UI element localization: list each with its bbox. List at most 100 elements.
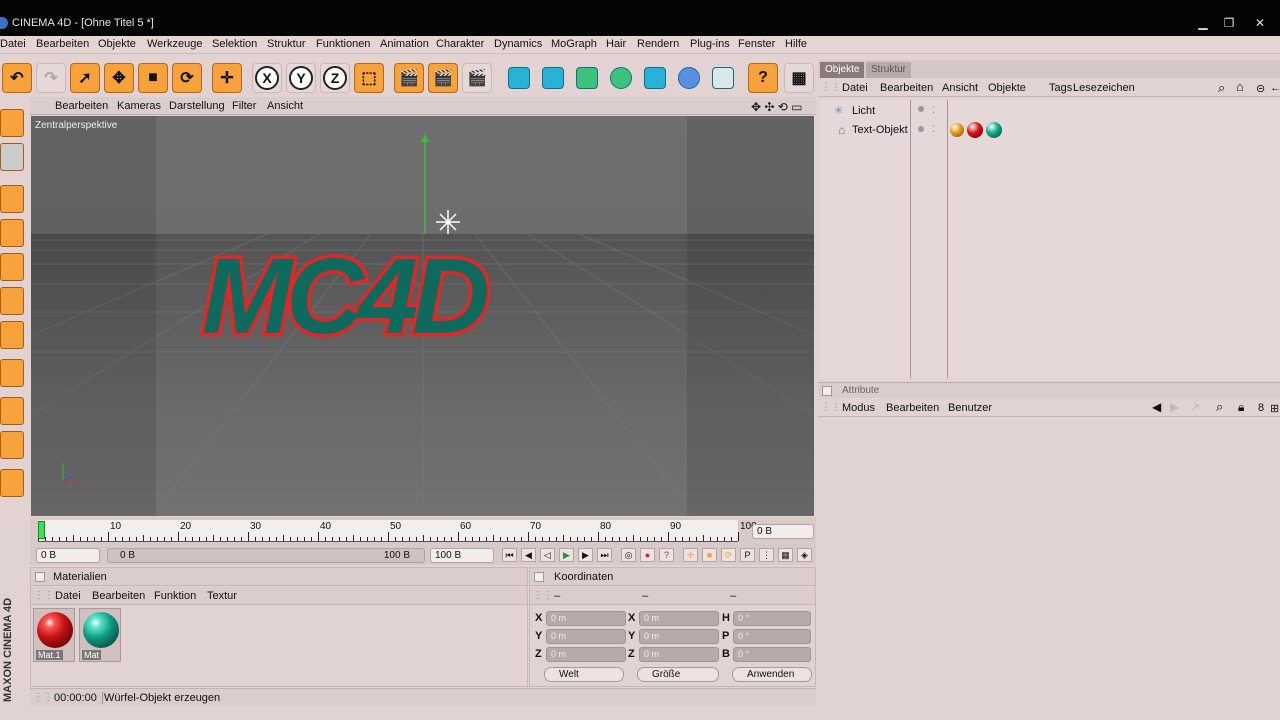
size-mode-dropdown[interactable]: Größe bbox=[637, 667, 719, 682]
up-arrow-icon[interactable]: ↗ bbox=[1190, 400, 1200, 414]
viewport-navigation-icon[interactable]: ✥ ✣ ⟲ ▭ bbox=[751, 100, 803, 114]
timeline[interactable]: 0102030405060708090100 0 B bbox=[30, 517, 816, 545]
playhead-marker[interactable] bbox=[38, 521, 45, 539]
points-mode-icon[interactable] bbox=[0, 253, 24, 281]
menu-hair[interactable]: Hair bbox=[606, 38, 626, 50]
environment-icon[interactable] bbox=[674, 63, 704, 93]
record-keys-icon[interactable]: ◎ bbox=[621, 548, 636, 562]
rotate-icon[interactable]: ⟳ bbox=[172, 63, 202, 93]
mograph-cloner-icon[interactable] bbox=[708, 63, 738, 93]
back-arrow-icon[interactable]: ◀ bbox=[1152, 400, 1161, 414]
render-view-icon[interactable]: 🎬 bbox=[394, 63, 424, 93]
model-mode-icon[interactable] bbox=[0, 185, 24, 213]
key-point-level-icon[interactable]: ⋮ bbox=[759, 548, 774, 562]
lock-icon[interactable]: 🔒︎ bbox=[1238, 400, 1244, 415]
array-icon[interactable] bbox=[606, 63, 636, 93]
menu-hilfe[interactable]: Hilfe bbox=[785, 38, 807, 50]
axis-z-lock-button[interactable]: Z bbox=[320, 63, 350, 93]
apply-button[interactable]: Anwenden bbox=[732, 667, 812, 682]
view-options-icon[interactable]: ⊝ bbox=[1256, 82, 1265, 95]
enable-check-icon[interactable]: ⁚ bbox=[932, 105, 935, 116]
undo-icon[interactable]: ↶ bbox=[2, 63, 32, 93]
grid-snap-icon[interactable] bbox=[0, 431, 24, 459]
material-tag-red-icon[interactable] bbox=[967, 122, 983, 138]
texture-tag-icon[interactable] bbox=[950, 123, 964, 137]
material-menu-datei[interactable]: Datei bbox=[55, 590, 81, 602]
menu-datei[interactable]: Datei bbox=[0, 38, 26, 50]
material-swatch[interactable]: Mat bbox=[79, 608, 121, 662]
menu-bearbeiten[interactable]: Bearbeiten bbox=[36, 38, 89, 50]
viewport-menu-filter[interactable]: Filter bbox=[232, 100, 256, 112]
viewport-menu-kameras[interactable]: Kameras bbox=[117, 100, 161, 112]
viewport-layout-icon[interactable] bbox=[0, 109, 24, 137]
menu-werkzeuge[interactable]: Werkzeuge bbox=[147, 38, 202, 50]
material-tag-teal-icon[interactable] bbox=[986, 122, 1002, 138]
object-menu-ansicht[interactable]: Ansicht bbox=[942, 82, 978, 94]
key-scale-icon[interactable]: ■ bbox=[702, 548, 717, 562]
help-search-icon[interactable]: ? bbox=[748, 63, 778, 93]
rotation-p-field[interactable]: 0 ° bbox=[733, 629, 811, 644]
autokey-icon[interactable]: ● bbox=[640, 548, 655, 562]
checker-icon[interactable] bbox=[0, 397, 24, 425]
coordinate-system-icon[interactable]: ⬚ bbox=[354, 63, 384, 93]
menu-dynamics[interactable]: Dynamics bbox=[494, 38, 542, 50]
menu-fenster[interactable]: Fenster bbox=[738, 38, 775, 50]
mc4d-3d-text-object[interactable]: MC4D bbox=[31, 116, 814, 516]
keyframe-selection-icon[interactable]: ? bbox=[659, 548, 674, 562]
menu-struktur[interactable]: Struktur bbox=[267, 38, 306, 50]
timeline-ruler[interactable]: 0102030405060708090100 bbox=[38, 520, 757, 542]
attribute-menu-bearbeiten[interactable]: Bearbeiten bbox=[886, 402, 939, 414]
object-row-text-objekt[interactable]: ⌂ Text-Objekt ⁚ bbox=[826, 122, 1226, 140]
new-manager-icon[interactable]: 8 bbox=[1258, 402, 1264, 414]
current-frame-field[interactable]: 0 B bbox=[752, 524, 814, 539]
search-icon[interactable]: ⌕ bbox=[1218, 80, 1225, 96]
menu-selektion[interactable]: Selektion bbox=[212, 38, 257, 50]
menu-funktionen[interactable]: Funktionen bbox=[316, 38, 370, 50]
start-frame-field[interactable]: 0 B bbox=[36, 548, 100, 563]
spline-tool-icon[interactable] bbox=[538, 63, 568, 93]
material-menu-funktion[interactable]: Funktion bbox=[154, 590, 196, 602]
object-menu-bearbeiten[interactable]: Bearbeiten bbox=[880, 82, 933, 94]
texture-mode-icon[interactable] bbox=[0, 143, 24, 171]
select-arrow-icon[interactable]: ➚ bbox=[70, 63, 100, 93]
menu-charakter[interactable]: Charakter bbox=[436, 38, 484, 50]
material-menu-bearbeiten[interactable]: Bearbeiten bbox=[92, 590, 145, 602]
material-swatch[interactable]: Mat.1 bbox=[33, 608, 75, 662]
material-menu-textur[interactable]: Textur bbox=[207, 590, 237, 602]
next-frame-icon[interactable]: ▶ bbox=[578, 548, 593, 562]
enable-check-icon[interactable]: ⁚ bbox=[932, 124, 935, 135]
size-z-field[interactable]: 0 m bbox=[639, 647, 719, 662]
visibility-dot-icon[interactable] bbox=[918, 106, 924, 112]
restore-icon[interactable]: ❐ bbox=[1219, 16, 1239, 30]
key-rotation-icon[interactable]: ⟳ bbox=[721, 548, 736, 562]
render-settings-icon[interactable]: 🎬 bbox=[462, 63, 492, 93]
play-forward-icon[interactable]: ▶ bbox=[559, 548, 574, 562]
viewport-menu-bearbeiten[interactable]: Bearbeiten bbox=[55, 100, 108, 112]
key-parameter-icon[interactable]: P bbox=[740, 548, 755, 562]
cube-object-icon[interactable] bbox=[504, 63, 534, 93]
forward-arrow-icon[interactable]: ▶ bbox=[1170, 400, 1179, 414]
menu-mograph[interactable]: MoGraph bbox=[551, 38, 597, 50]
viewport-menu-ansicht[interactable]: Ansicht bbox=[267, 100, 303, 112]
nurbs-icon[interactable] bbox=[572, 63, 602, 93]
edges-mode-icon[interactable] bbox=[0, 287, 24, 315]
home-icon[interactable]: ⌂ bbox=[1236, 79, 1244, 94]
deformer-icon[interactable] bbox=[640, 63, 670, 93]
polygons-mode-icon[interactable] bbox=[0, 321, 24, 349]
object-menu-datei[interactable]: Datei bbox=[842, 82, 868, 94]
menu-objekte[interactable]: Objekte bbox=[98, 38, 136, 50]
redo-icon[interactable]: ↷ bbox=[36, 63, 66, 93]
end-frame-field[interactable]: 100 B bbox=[430, 548, 494, 563]
object-menu-tags[interactable]: Tags bbox=[1049, 82, 1072, 94]
object-axis-icon[interactable] bbox=[0, 219, 24, 247]
position-y-field[interactable]: 0 m bbox=[546, 629, 626, 644]
play-backward-icon[interactable]: ◁ bbox=[540, 548, 555, 562]
position-z-field[interactable]: 0 m bbox=[546, 647, 626, 662]
sculpt-icon[interactable] bbox=[0, 469, 24, 497]
attribute-menu-modus[interactable]: Modus bbox=[842, 402, 875, 414]
axis-x-lock-button[interactable]: X bbox=[252, 63, 282, 93]
go-to-start-icon[interactable]: ⏮ bbox=[502, 548, 517, 562]
tab-objekte[interactable]: Objekte bbox=[820, 62, 865, 78]
menu-animation[interactable]: Animation bbox=[380, 38, 429, 50]
material-manager-toggle[interactable] bbox=[35, 572, 45, 582]
